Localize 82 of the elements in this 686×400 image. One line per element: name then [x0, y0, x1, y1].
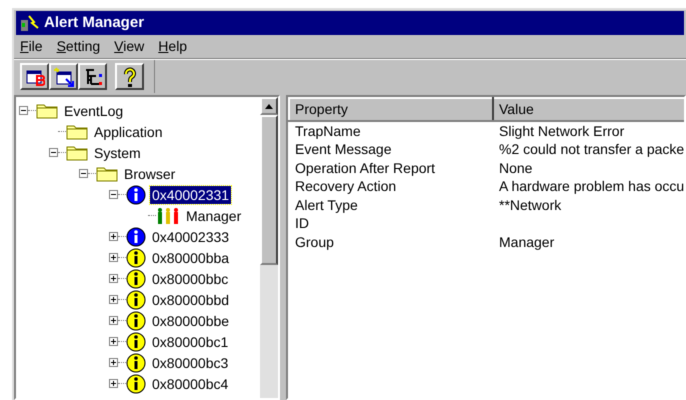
- collapse-button[interactable]: [79, 169, 88, 178]
- plus-icon: [111, 360, 116, 365]
- minus-icon: [51, 152, 56, 153]
- table-cell-text: Group: [294, 232, 335, 251]
- plus-icon: [111, 255, 116, 260]
- collapse-button[interactable]: [109, 190, 118, 199]
- expand-button[interactable]: [109, 316, 118, 325]
- plus-icon: [111, 297, 116, 302]
- tree-item[interactable]: 0x40002333: [150, 228, 232, 246]
- folder-icon: [66, 144, 88, 161]
- tree-item[interactable]: Application: [92, 122, 164, 140]
- expand-button[interactable]: [109, 253, 118, 262]
- info-icon: [126, 332, 146, 352]
- minus-icon: [81, 173, 86, 174]
- tree-item[interactable]: 0x40002331: [150, 186, 232, 204]
- folder-icon: [96, 165, 118, 182]
- scroll-thumb[interactable]: [260, 115, 278, 265]
- collapse-button[interactable]: [19, 106, 28, 115]
- info-icon: [126, 352, 146, 372]
- plus-icon: [111, 381, 116, 386]
- table-cell-text: A hardware problem has occu: [498, 177, 684, 196]
- tree-item[interactable]: 0x80000bc4: [150, 374, 230, 392]
- table-cell-text: Manager: [498, 232, 556, 251]
- tree-item[interactable]: 0x80000bbe: [150, 312, 232, 330]
- tree-item[interactable]: System: [92, 144, 143, 162]
- tree-item[interactable]: 0x80000bba: [150, 248, 232, 266]
- app-icon: [20, 14, 40, 32]
- minus-icon: [111, 194, 116, 195]
- tree-item[interactable]: Browser: [122, 164, 178, 182]
- table-cell-text: ID: [294, 214, 310, 232]
- toolbar-button[interactable]: [20, 63, 49, 90]
- menu-item[interactable]: File: [20, 36, 43, 57]
- tree-item[interactable]: 0x80000bc1: [150, 332, 230, 350]
- folder-icon: [36, 102, 58, 119]
- plus-icon: [111, 234, 116, 239]
- table-cell-text: %2 could not transfer a packe: [498, 140, 684, 158]
- expand-button[interactable]: [109, 232, 118, 241]
- tree-item[interactable]: Manager: [184, 206, 244, 224]
- info-icon: [126, 184, 146, 204]
- folder-icon: [66, 123, 88, 140]
- expand-button[interactable]: [109, 337, 118, 346]
- expand-button[interactable]: [109, 274, 118, 283]
- tree-item[interactable]: 0x80000bbd: [150, 290, 232, 308]
- tree-item[interactable]: EventLog: [62, 102, 126, 120]
- table-cell-text: **Network: [498, 196, 562, 214]
- expand-button[interactable]: [109, 379, 118, 388]
- table-arrow-icon: [54, 66, 74, 86]
- info-icon: [126, 248, 146, 268]
- menu-item[interactable]: Help: [158, 36, 188, 57]
- tree-item[interactable]: 0x80000bbc: [150, 270, 230, 288]
- scroll-up-button[interactable]: [260, 97, 278, 115]
- table-cell-text: Alert Type: [294, 196, 359, 214]
- toolbar-button[interactable]: [49, 63, 78, 90]
- table-cell-text: Operation After Report: [294, 158, 436, 177]
- window-title: Alert Manager: [44, 12, 144, 33]
- help-button[interactable]: [115, 63, 144, 90]
- menu-item[interactable]: Setting: [56, 36, 100, 57]
- column-header[interactable]: Property: [289, 98, 493, 121]
- info-icon: [126, 268, 146, 288]
- people-icon: [156, 206, 180, 224]
- info-icon: [126, 374, 146, 394]
- plus-icon: [111, 339, 116, 344]
- toolbar-button[interactable]: [78, 63, 107, 90]
- info-icon: [126, 226, 146, 246]
- expand-button[interactable]: [109, 358, 118, 367]
- table-cell: Slight Network Error: [493, 121, 684, 140]
- up-arrow-icon: [265, 104, 273, 108]
- table-cell: TrapName: [289, 121, 493, 140]
- menu-item[interactable]: View: [114, 36, 144, 57]
- info-icon: [126, 310, 146, 330]
- collapse-button[interactable]: [49, 148, 58, 157]
- expand-button[interactable]: [109, 295, 118, 304]
- scrollbar[interactable]: [260, 97, 278, 398]
- plus-icon: [111, 318, 116, 323]
- table-cell-text: Event Message: [294, 140, 392, 158]
- info-icon: [126, 290, 146, 310]
- plus-icon: [111, 276, 116, 281]
- tree-item[interactable]: 0x80000bc3: [150, 354, 230, 372]
- minus-icon: [21, 110, 26, 111]
- table-cell-text: None: [498, 158, 534, 177]
- column-header[interactable]: Value: [493, 98, 684, 121]
- table-cell-text: Recovery Action: [294, 177, 398, 196]
